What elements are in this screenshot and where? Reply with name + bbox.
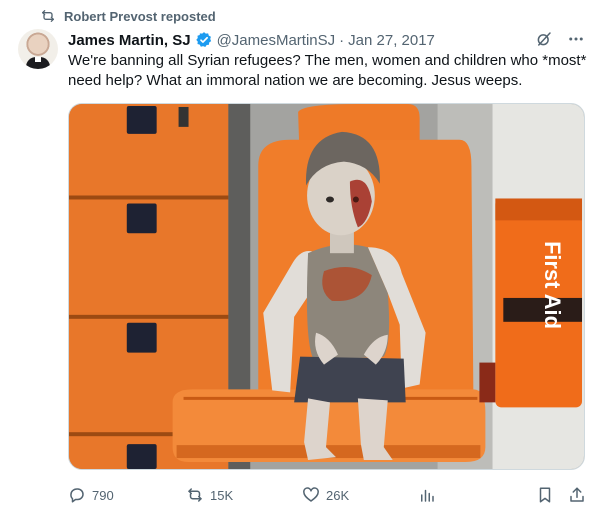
views-chart-icon (421, 489, 434, 502)
first-aid-sign: First Aid (540, 241, 565, 329)
like-count: 26K (326, 487, 350, 503)
reply-button[interactable]: 790 (68, 486, 114, 504)
share-icon (570, 487, 584, 502)
reply-count: 790 (92, 487, 114, 503)
tweet-top-actions (535, 30, 585, 48)
author-handle[interactable]: @JamesMartinSJ (217, 32, 336, 49)
repost-context[interactable]: Robert Prevost reposted (40, 6, 216, 26)
repost-label: Robert Prevost reposted (64, 8, 216, 24)
tweet-header: James Martin, SJ @JamesMartinSJ · Jan 27… (68, 30, 435, 50)
repost-button[interactable]: 15K (186, 486, 233, 504)
views-button[interactable] (418, 486, 436, 504)
tweet-image[interactable]: First Aid (68, 103, 585, 470)
repost-icon (42, 10, 54, 22)
ambulance-photo: First Aid (69, 104, 584, 469)
repost-count: 15K (210, 487, 234, 503)
verified-badge-icon[interactable] (195, 31, 213, 49)
bookmark-icon (539, 487, 551, 503)
bookmark-button[interactable] (536, 486, 554, 504)
repost-icon (188, 488, 202, 502)
more-options-icon[interactable] (567, 30, 585, 48)
share-button[interactable] (568, 486, 586, 504)
tweet-text: We're banning all Syrian refugees? The m… (68, 52, 587, 89)
reply-icon (70, 488, 84, 503)
separator-dot: · (339, 31, 345, 49)
avatar[interactable] (18, 29, 58, 69)
tweet-actions: 790 15K 26K (68, 484, 586, 506)
heart-icon (303, 487, 319, 502)
author-name[interactable]: James Martin, SJ (68, 32, 191, 49)
grok-icon[interactable] (535, 30, 553, 48)
tweet-date[interactable]: Jan 27, 2017 (348, 32, 435, 49)
like-button[interactable]: 26K (302, 486, 349, 504)
